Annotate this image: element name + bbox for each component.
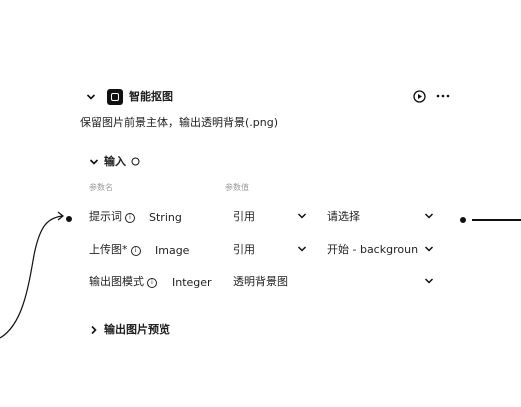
param-name-label: 输出图模式: [89, 275, 144, 288]
chevron-down-icon[interactable]: [297, 244, 307, 254]
param-mode-select[interactable]: 引用: [233, 243, 255, 257]
info-icon[interactable]: i: [125, 213, 135, 223]
chevron-down-icon[interactable]: [424, 244, 434, 254]
node-title: 智能抠图: [129, 90, 173, 103]
info-icon[interactable]: i: [147, 278, 157, 288]
param-row-1-name: 提示词 i: [89, 210, 135, 224]
play-circle-icon[interactable]: [413, 90, 426, 103]
inputs-section-label: 输入: [104, 155, 126, 168]
more-icon[interactable]: [436, 94, 450, 98]
node-description: 保留图片前景主体，输出透明背景(.png): [80, 116, 279, 129]
connection-line-right: [472, 219, 521, 221]
chevron-down-icon[interactable]: [297, 211, 307, 221]
collapse-inputs-button[interactable]: [89, 157, 99, 167]
param-row-3-name: 输出图模式 i: [89, 275, 157, 289]
connection-line-left: [0, 211, 64, 339]
info-icon[interactable]: i: [130, 246, 141, 256]
param-type: Integer: [172, 276, 212, 289]
preview-section-label[interactable]: 输出图片预览: [104, 323, 170, 337]
output-port-dot[interactable]: [460, 217, 466, 223]
collapse-node-button[interactable]: [86, 92, 96, 102]
param-name-label: 提示词: [89, 210, 122, 223]
input-port-dot[interactable]: [66, 216, 72, 222]
column-header-param-value: 参数值: [225, 183, 249, 192]
refresh-icon[interactable]: [131, 157, 140, 166]
param-type: Image: [155, 244, 190, 257]
expand-preview-button[interactable]: [89, 325, 99, 335]
param-value-select[interactable]: 透明背景图: [233, 275, 288, 289]
param-type: String: [149, 211, 182, 224]
smart-cutout-node-icon: [107, 89, 123, 105]
chevron-down-icon[interactable]: [424, 276, 434, 286]
param-value-select[interactable]: 请选择: [327, 210, 360, 224]
param-value-select[interactable]: 开始 - backgroun: [327, 243, 418, 257]
param-mode-select[interactable]: 引用: [233, 210, 255, 224]
param-row-2-name: 上传图* i: [89, 243, 141, 257]
column-header-param-name: 参数名: [89, 183, 113, 192]
param-name-label: 上传图*: [89, 243, 128, 256]
chevron-down-icon[interactable]: [424, 211, 434, 221]
